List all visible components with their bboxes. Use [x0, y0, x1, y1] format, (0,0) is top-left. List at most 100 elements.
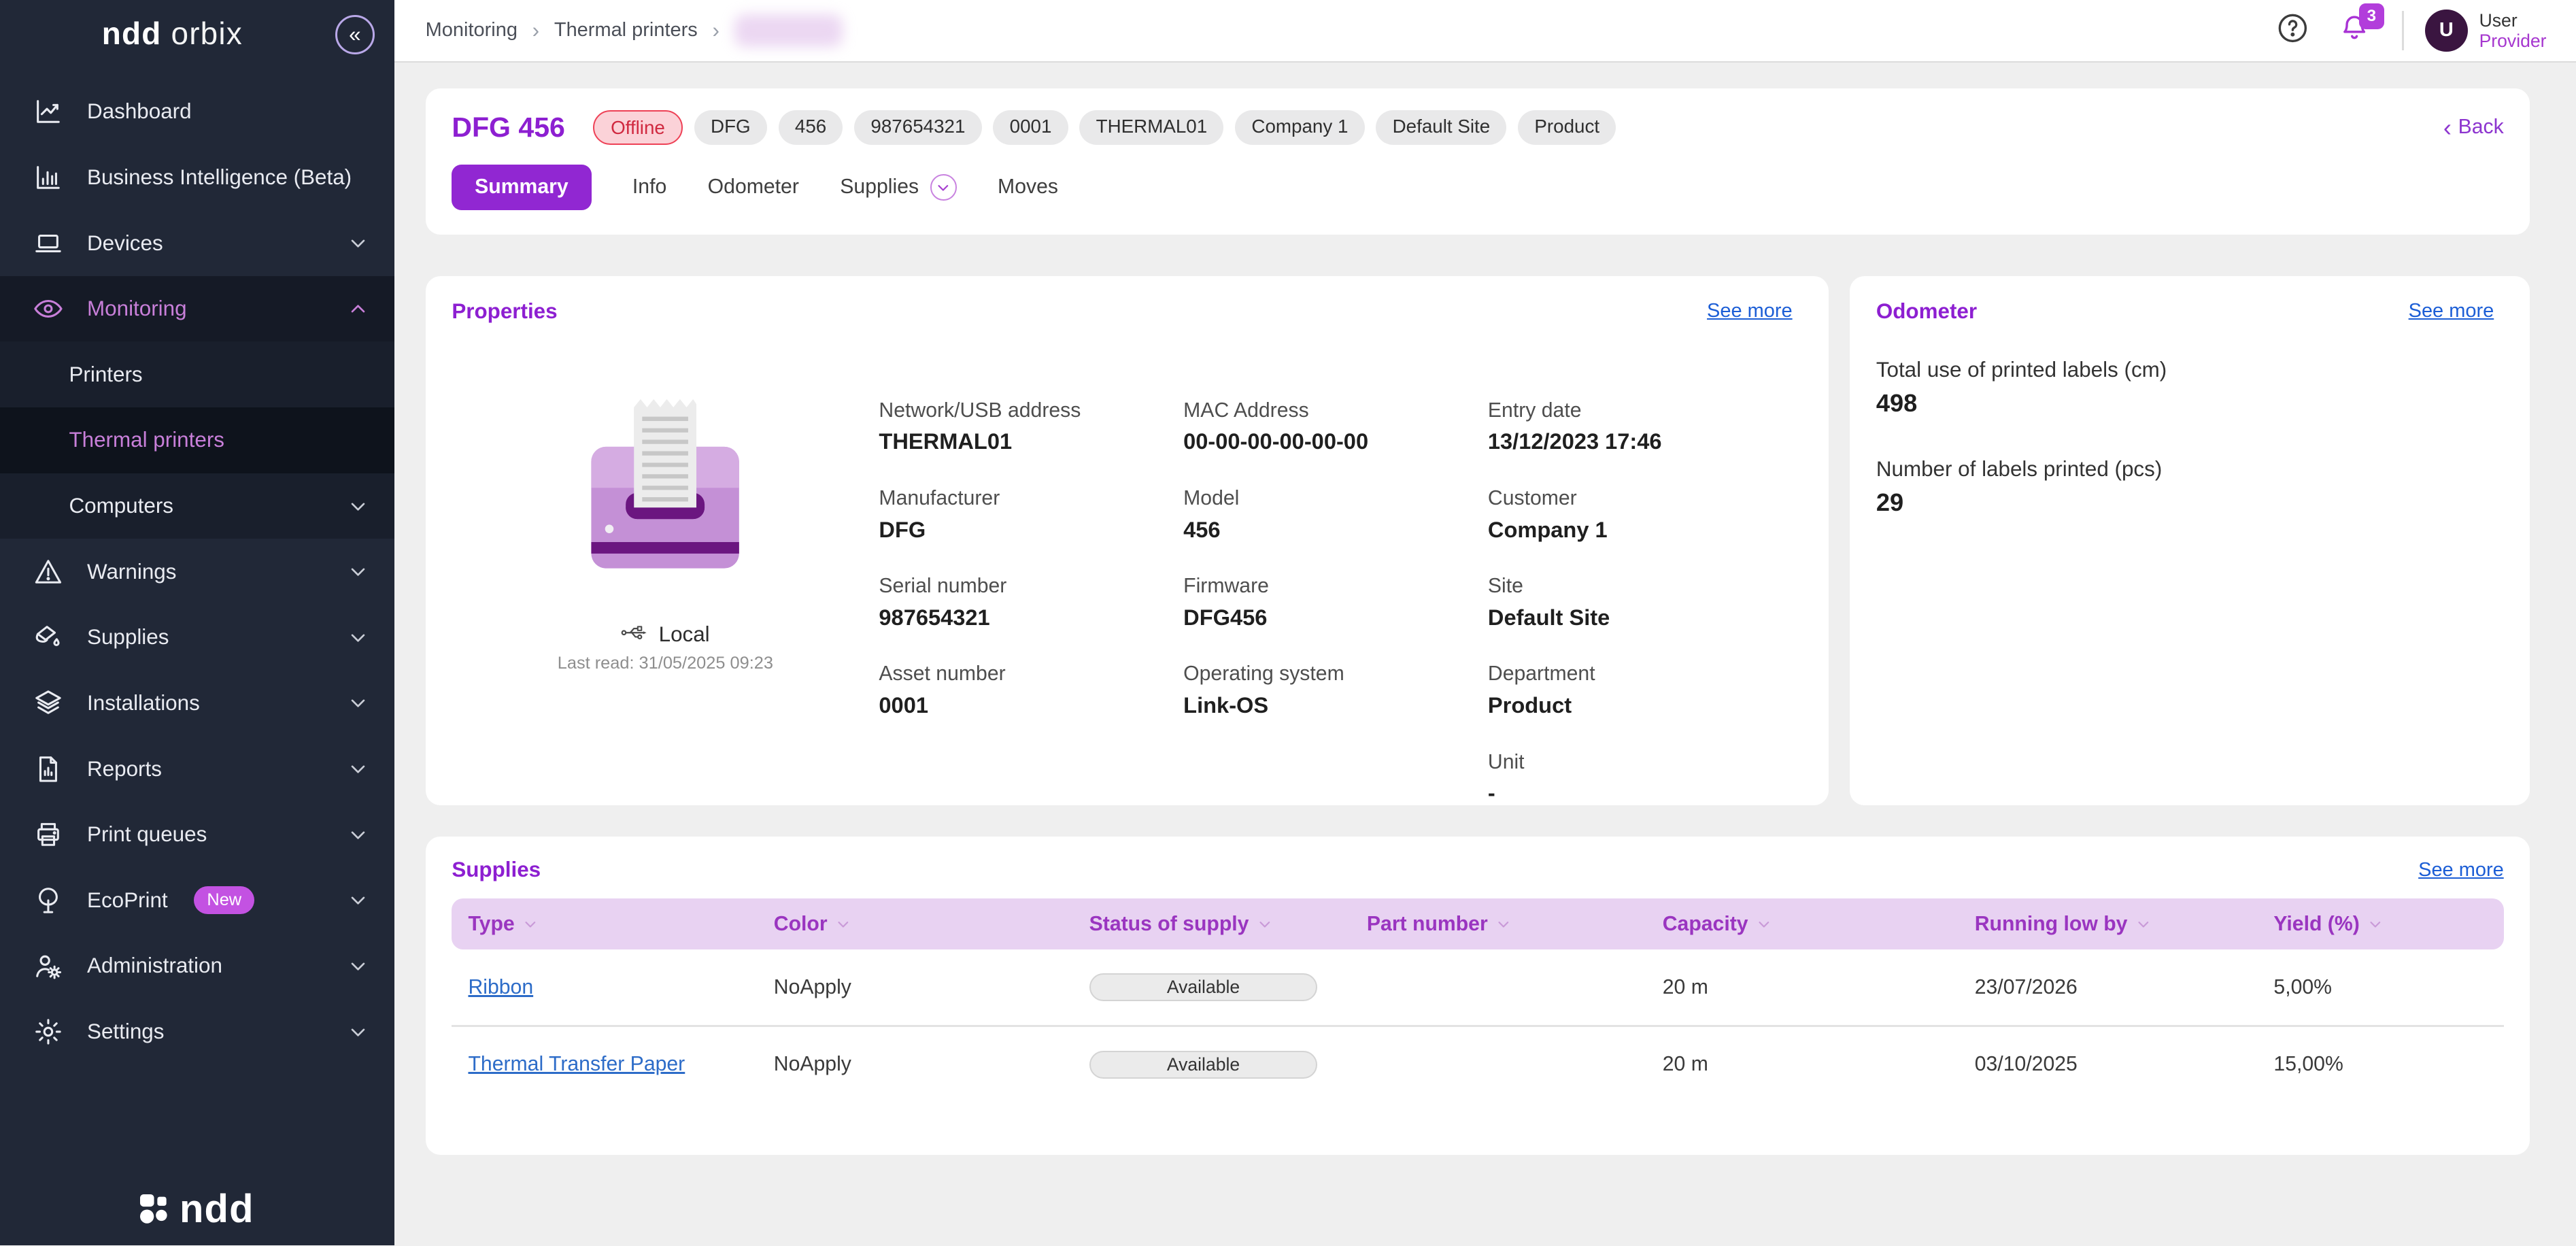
sort-chevron-icon [2368, 917, 2383, 932]
sidebar-item-devices[interactable]: Devices [0, 210, 394, 276]
sidebar-item-administration[interactable]: Administration [0, 933, 394, 999]
supply-link-thermal-transfer-paper[interactable]: Thermal Transfer Paper [468, 1053, 685, 1075]
collapse-chevrons-icon: « [349, 22, 360, 46]
column-header-color[interactable]: Color [774, 913, 1089, 936]
tab-supplies[interactable]: Supplies [840, 165, 919, 211]
sidebar-item-printers[interactable]: Printers [0, 341, 394, 407]
chevron-down-icon [348, 693, 368, 713]
tab-info[interactable]: Info [632, 165, 666, 211]
properties-card: Properties See more [426, 276, 1829, 805]
sidebar-collapse-button[interactable]: « [335, 15, 375, 54]
eye-icon [33, 293, 64, 324]
field-mac-address: MAC Address00-00-00-00-00-00 [1183, 399, 1488, 465]
chevron-down-icon [348, 496, 368, 516]
back-caret-icon: ‹ [2443, 118, 2452, 137]
sidebar-header: ndd orbix « [0, 0, 394, 69]
cell-running-low-by: 03/10/2025 [1975, 1053, 2274, 1076]
sidebar-item-supplies[interactable]: Supplies [0, 605, 394, 671]
notifications-button[interactable]: 3 [2338, 12, 2371, 50]
help-button[interactable] [2275, 11, 2310, 51]
field-unit: Unit- [1488, 751, 1793, 817]
status-pill-available: Available [1089, 973, 1318, 1001]
ink-supplies-icon [33, 622, 64, 653]
back-button[interactable]: ‹Back [2443, 116, 2504, 139]
tab-summary[interactable]: Summary [452, 165, 591, 211]
new-badge: New [194, 886, 254, 914]
table-row-ribbon: Ribbon NoApply Available 20 m 23/07/2026… [452, 949, 2503, 1025]
tab-odometer[interactable]: Odometer [708, 165, 799, 211]
last-read-timestamp: Last read: 31/05/2025 09:23 [558, 654, 773, 673]
chip-site: Default Site [1376, 110, 1506, 145]
page-title: DFG 456 [452, 112, 565, 144]
properties-see-more-link[interactable]: See more [1707, 300, 1793, 322]
sidebar-item-business-intelligence[interactable]: Business Intelligence (Beta) [0, 145, 394, 211]
odometer-see-more-link[interactable]: See more [2409, 300, 2494, 322]
field-customer: CustomerCompany 1 [1488, 487, 1793, 553]
sidebar-item-dashboard[interactable]: Dashboard [0, 79, 394, 145]
main-area: Monitoring › Thermal printers › 3 U User [394, 0, 2576, 1245]
column-header-running-low-by[interactable]: Running low by [1975, 913, 2274, 936]
sidebar-item-computers[interactable]: Computers [0, 473, 394, 539]
breadcrumb-thermal-printers[interactable]: Thermal printers [554, 19, 698, 41]
device-header-card: DFG 456 Offline DFG 456 987654321 0001 T… [426, 88, 2530, 235]
sidebar-item-monitoring[interactable]: Monitoring [0, 276, 394, 342]
column-header-capacity[interactable]: Capacity [1663, 913, 1975, 936]
column-header-type[interactable]: Type [468, 913, 773, 936]
gear-icon [33, 1016, 64, 1047]
field-firmware: FirmwareDFG456 [1183, 575, 1488, 641]
cell-capacity: 20 m [1663, 976, 1975, 999]
breadcrumb-monitoring[interactable]: Monitoring [426, 19, 518, 41]
chip-customer: Company 1 [1235, 110, 1364, 145]
topbar-divider [2402, 11, 2403, 50]
tab-moves[interactable]: Moves [998, 165, 1058, 211]
chevron-down-icon [348, 890, 368, 910]
cell-color: NoApply [774, 1053, 1089, 1076]
laptop-icon [33, 228, 64, 259]
odometer-card: Odometer See more Total use of printed l… [1850, 276, 2530, 805]
sort-chevron-icon [2136, 917, 2151, 932]
supplies-table: Type Color Status of supply Part number … [452, 898, 2503, 1102]
field-site: SiteDefault Site [1488, 575, 1793, 641]
field-network-usb-address: Network/USB addressTHERMAL01 [879, 399, 1183, 465]
sidebar-footer-logo: ndd [0, 1194, 394, 1226]
sort-chevron-icon [1257, 917, 1272, 932]
field-asset-number: Asset number0001 [879, 662, 1183, 728]
sidebar-item-settings[interactable]: Settings [0, 999, 394, 1065]
tree-icon [33, 885, 64, 916]
user-info[interactable]: User Provider [2479, 10, 2547, 51]
chevron-down-icon [348, 956, 368, 976]
sidebar-item-print-queues[interactable]: Print queues [0, 802, 394, 868]
supplies-see-more-link[interactable]: See more [2418, 859, 2504, 881]
properties-fields: Network/USB addressTHERMAL01 MAC Address… [879, 333, 1792, 816]
field-department: DepartmentProduct [1488, 662, 1793, 728]
breadcrumb-separator-icon: › [713, 18, 719, 43]
sidebar-item-installations[interactable]: Installations [0, 671, 394, 737]
sidebar-item-warnings[interactable]: Warnings [0, 539, 394, 605]
sidebar-item-ecoprint[interactable]: EcoPrint New [0, 867, 394, 933]
chip-serial: 987654321 [854, 110, 981, 145]
breadcrumb-separator-icon: › [532, 18, 539, 43]
stat-total-use: Total use of printed labels (cm) 498 [1876, 358, 2494, 418]
column-header-status[interactable]: Status of supply [1089, 913, 1367, 936]
sort-chevron-icon [1496, 917, 1511, 932]
topbar-actions: 3 U User Provider [2275, 10, 2546, 52]
report-document-icon [33, 754, 64, 785]
field-serial-number: Serial number987654321 [879, 575, 1183, 641]
chip-model: 456 [779, 110, 843, 145]
sort-chevron-icon [836, 917, 851, 932]
supplies-title: Supplies [452, 858, 541, 882]
column-header-part-number[interactable]: Part number [1367, 913, 1663, 936]
supplies-card: Supplies See more Type Color Status of s… [426, 837, 2530, 1156]
column-header-yield[interactable]: Yield (%) [2273, 913, 2520, 936]
ndd-logo-mark-icon [140, 1194, 171, 1226]
sidebar-item-reports[interactable]: Reports [0, 736, 394, 802]
thermal-printer-image [590, 396, 741, 580]
sidebar-item-thermal-printers[interactable]: Thermal printers [0, 407, 394, 473]
supplies-tab-dropdown-icon[interactable] [930, 174, 957, 201]
supply-link-ribbon[interactable]: Ribbon [468, 976, 533, 998]
breadcrumb: Monitoring › Thermal printers › [426, 14, 2275, 47]
odometer-title: Odometer [1876, 299, 1977, 324]
user-avatar[interactable]: U [2425, 10, 2468, 52]
topbar: Monitoring › Thermal printers › 3 U User [394, 0, 2576, 63]
sort-chevron-icon [523, 917, 538, 932]
